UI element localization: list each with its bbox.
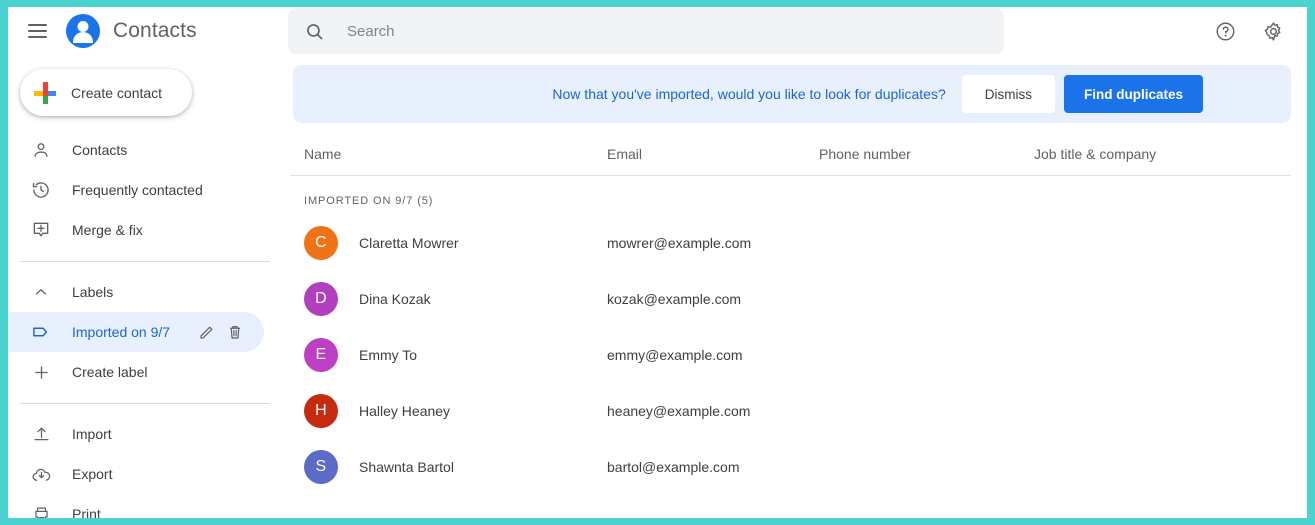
sidebar-divider-1 — [20, 261, 270, 262]
contact-email: kozak@example.com — [607, 291, 742, 307]
pencil-icon[interactable] — [198, 323, 216, 341]
banner-message: Now that you've imported, would you like… — [552, 86, 946, 102]
avatar: D — [304, 282, 338, 316]
table-row[interactable]: S Shawnta Bartol bartol@example.com — [290, 439, 1291, 495]
avatar: C — [304, 226, 338, 260]
search-bar[interactable] — [288, 8, 1004, 54]
avatar: S — [304, 450, 338, 484]
primary-nav: Contacts Frequently contacted Merge & fi… — [8, 130, 280, 250]
table-row[interactable]: E Emmy To emmy@example.com — [290, 327, 1291, 383]
contact-name: Claretta Mowrer — [359, 235, 459, 251]
table-header-row: Name Email Phone number Job title & comp… — [290, 132, 1291, 176]
dismiss-button[interactable]: Dismiss — [961, 75, 1055, 113]
main-panel: Now that you've imported, would you like… — [280, 7, 1307, 518]
sidebar-item-merge-fix[interactable]: Merge & fix — [8, 210, 280, 250]
contact-email: bartol@example.com — [607, 459, 740, 475]
labels-section: Labels Imported on 9/7 Create label — [8, 272, 280, 392]
hamburger-menu-icon[interactable] — [22, 16, 52, 46]
labels-collapse-toggle[interactable]: Labels — [8, 272, 280, 312]
table-row[interactable]: H Halley Heaney heaney@example.com — [290, 383, 1291, 439]
table-row[interactable]: D Dina Kozak kozak@example.com — [290, 271, 1291, 327]
table-row[interactable]: C Claretta Mowrer mowrer@example.com — [290, 215, 1291, 271]
cloud-download-icon — [30, 463, 52, 485]
contact-name: Shawnta Bartol — [359, 459, 454, 475]
contact-email: mowrer@example.com — [607, 235, 752, 251]
contact-name: Emmy To — [359, 347, 418, 363]
label-row-actions — [198, 323, 264, 341]
sidebar-item-contacts[interactable]: Contacts — [8, 130, 280, 170]
contact-email: heaney@example.com — [607, 403, 751, 419]
sidebar-divider-2 — [20, 403, 270, 404]
sidebar-item-label: Imported on 9/7 — [72, 324, 171, 340]
avatar: H — [304, 394, 338, 428]
merge-fix-icon — [30, 219, 52, 241]
chevron-up-icon — [30, 281, 52, 303]
sidebar-item-label: Merge & fix — [72, 222, 143, 238]
label-tag-icon — [30, 321, 52, 343]
trash-icon[interactable] — [226, 323, 244, 341]
search-input[interactable] — [347, 22, 947, 40]
sidebar-item-label: Frequently contacted — [72, 182, 203, 198]
contacts-person-logo — [66, 14, 100, 48]
history-clock-icon — [30, 179, 52, 201]
sidebar-item-frequently-contacted[interactable]: Frequently contacted — [8, 170, 280, 210]
plus-icon — [30, 361, 52, 383]
create-label-button[interactable]: Create label — [8, 352, 280, 392]
printer-icon — [30, 503, 52, 518]
sidebar-item-print[interactable]: Print — [8, 494, 280, 518]
contacts-app: Contacts Create contact Contacts Frequen… — [8, 7, 1307, 518]
column-header-phone[interactable]: Phone number — [819, 146, 1034, 162]
find-duplicates-button[interactable]: Find duplicates — [1063, 75, 1203, 113]
contact-name: Halley Heaney — [359, 403, 451, 419]
person-outline-icon — [30, 139, 52, 161]
contacts-list: C Claretta Mowrer mowrer@example.com D Dina … — [290, 215, 1291, 495]
sidebar-item-export[interactable]: Export — [8, 454, 280, 494]
help-circle-icon[interactable] — [1214, 20, 1237, 43]
sidebar-item-label: Import — [72, 426, 112, 442]
sidebar-item-label: Export — [72, 466, 113, 482]
page-title: Contacts — [113, 19, 197, 42]
search-icon — [304, 21, 325, 42]
sidebar-item-label: Contacts — [72, 142, 128, 158]
contact-name: Dina Kozak — [359, 291, 431, 307]
create-contact-label: Create contact — [71, 84, 163, 101]
contact-email: emmy@example.com — [607, 347, 743, 363]
screenshot-frame: Contacts Create contact Contacts Frequen… — [0, 0, 1315, 525]
sidebar-item-import[interactable]: Import — [8, 414, 280, 454]
create-label-text: Create label — [72, 364, 148, 380]
top-bar-actions — [1214, 20, 1307, 43]
duplicates-banner: Now that you've imported, would you like… — [293, 65, 1291, 123]
upload-icon — [30, 423, 52, 445]
column-header-name[interactable]: Name — [304, 146, 607, 162]
gear-icon[interactable] — [1262, 20, 1285, 43]
tools-section: Import Export Print — [8, 414, 280, 518]
sidebar: Contacts Create contact Contacts Frequen… — [8, 7, 280, 518]
brand-row: Contacts — [8, 7, 280, 55]
group-header: IMPORTED ON 9/7 (5) — [304, 195, 434, 207]
create-contact-button[interactable]: Create contact — [20, 69, 192, 116]
google-plus-icon — [34, 81, 56, 104]
avatar: E — [304, 338, 338, 372]
labels-section-label: Labels — [72, 284, 114, 300]
top-bar — [280, 7, 1307, 55]
column-header-job[interactable]: Job title & company — [1034, 146, 1291, 162]
sidebar-item-label: Print — [72, 506, 101, 518]
sidebar-item-imported-on-9-7[interactable]: Imported on 9/7 — [8, 312, 264, 352]
column-header-email[interactable]: Email — [607, 146, 819, 162]
content-area: Now that you've imported, would you like… — [280, 65, 1307, 495]
